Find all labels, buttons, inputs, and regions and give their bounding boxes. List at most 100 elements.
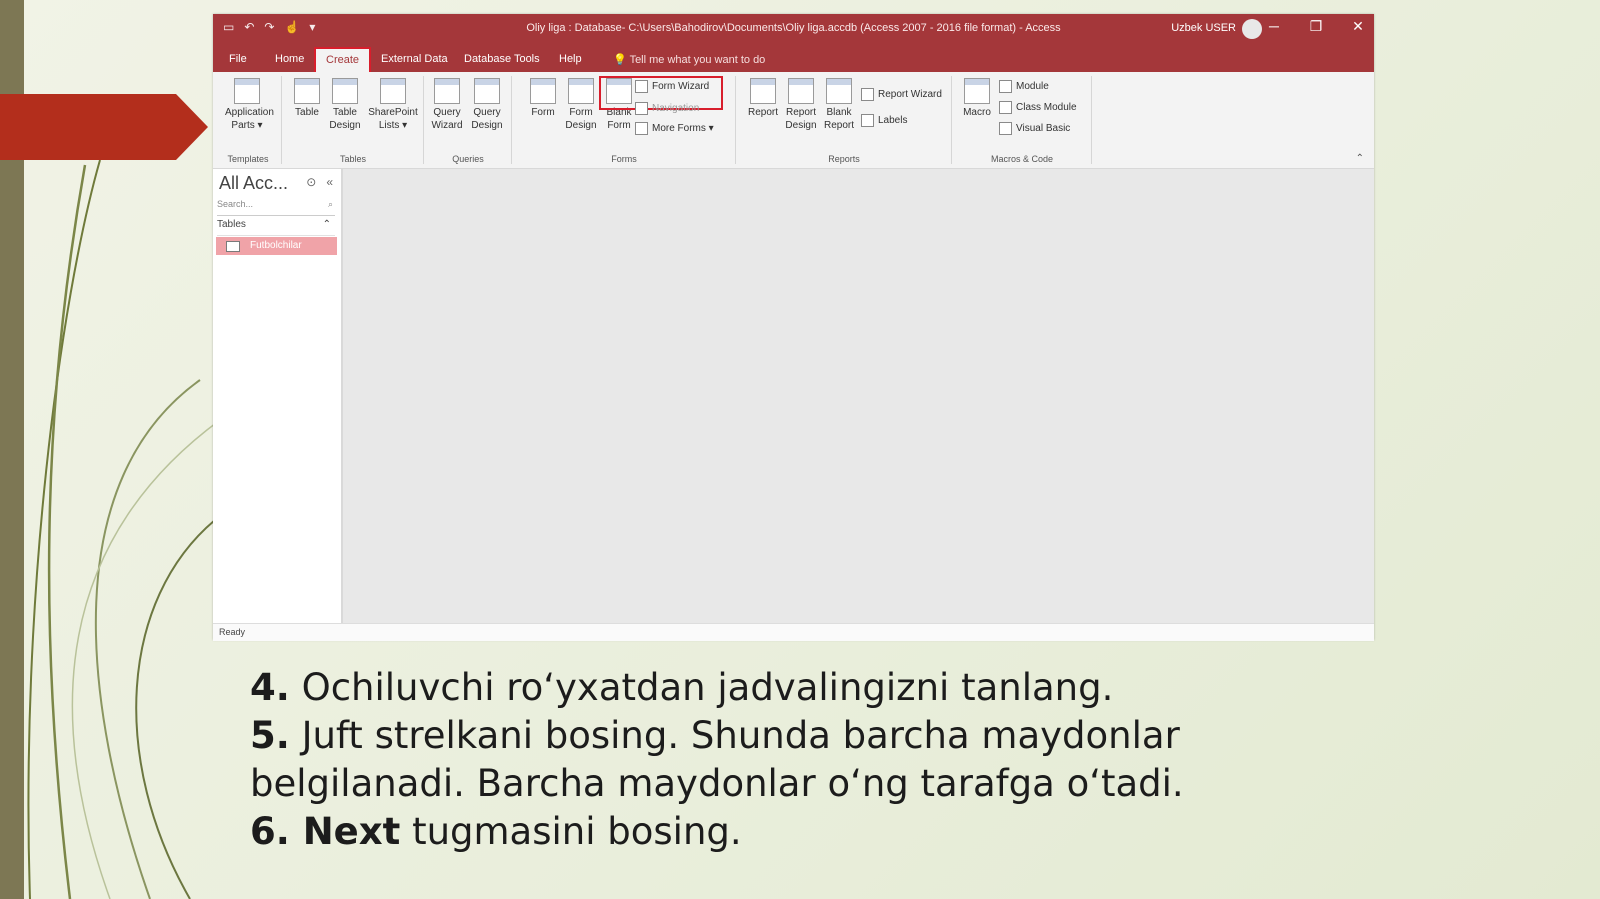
button-label: Class Module: [1016, 102, 1077, 113]
button-label: Module: [1016, 81, 1049, 92]
tab-database-tools[interactable]: Database Tools: [458, 50, 546, 68]
search-placeholder: Search...: [217, 199, 254, 209]
class-module-icon: [999, 101, 1012, 114]
close-button[interactable]: ✕: [1350, 18, 1366, 35]
tab-file[interactable]: File: [223, 50, 253, 68]
visual-basic-button[interactable]: Visual Basic: [999, 122, 1070, 135]
group-forms: Form Form Design Blank Form Form Wizard …: [513, 76, 736, 164]
instruction-step-5: 5. Juft strelkani bosing. Shunda barcha …: [250, 712, 1350, 808]
form-wizard-button[interactable]: Form Wizard: [635, 80, 709, 93]
query-design-button[interactable]: Query Design: [465, 78, 509, 132]
button-label: Report Design: [785, 107, 817, 131]
user-name[interactable]: Uzbek USER: [1171, 22, 1236, 34]
nav-pane-title[interactable]: All Acc...: [219, 173, 288, 194]
table-design-icon: [332, 78, 358, 104]
form-design-icon: [568, 78, 594, 104]
step-number: 6.: [250, 810, 290, 853]
navigation-button[interactable]: Navigation: [635, 102, 699, 115]
nav-section-tables[interactable]: Tables ⌃: [217, 219, 335, 236]
group-label: Reports: [828, 154, 860, 164]
sharepoint-lists-icon: [380, 78, 406, 104]
button-label: Blank Form: [606, 107, 632, 131]
red-arrow-shape: [0, 94, 208, 160]
tab-home[interactable]: Home: [269, 50, 310, 68]
macro-icon: [964, 78, 990, 104]
button-label: More Forms ▾: [652, 123, 714, 134]
button-label: SharePoint Lists ▾: [368, 107, 418, 131]
step-number: 5.: [250, 714, 290, 757]
minimize-button[interactable]: ─: [1266, 18, 1282, 35]
tell-me-text: Tell me what you want to do: [629, 54, 766, 66]
step-text: tugmasini bosing.: [400, 810, 742, 853]
title-bar: ▭ ↶ ↷ ☝ ▾ Oliy liga : Database- C:\Users…: [213, 14, 1374, 45]
table-design-button[interactable]: Table Design: [323, 78, 367, 132]
navigation-icon: [635, 102, 648, 115]
button-label: Form Wizard: [652, 81, 710, 92]
button-label: Navigation: [652, 103, 700, 114]
instruction-step-6: 6. Next tugmasini bosing.: [250, 808, 1350, 856]
status-text: Ready: [219, 627, 246, 637]
labels-button[interactable]: Labels: [861, 114, 907, 127]
section-label: Tables: [217, 219, 246, 230]
group-label: Queries: [452, 154, 484, 164]
query-wizard-button[interactable]: Query Wizard: [425, 78, 469, 132]
group-macros-code: Macro Module Class Module Visual Basic M…: [953, 76, 1092, 164]
tab-help[interactable]: Help: [553, 50, 588, 68]
button-label: Visual Basic: [1016, 123, 1071, 134]
button-label: Labels: [878, 115, 908, 126]
instructions-text: 4. Ochiluvchi ro‘yxatdan jadvalingizni t…: [250, 664, 1350, 856]
button-label: Blank Report: [823, 107, 854, 131]
avatar[interactable]: [1242, 19, 1262, 39]
application-parts-button[interactable]: Application Parts ▾: [225, 78, 274, 132]
blank-report-icon: [826, 78, 852, 104]
nav-item-table[interactable]: Futbolchilar: [216, 237, 337, 255]
button-label: Table: [295, 107, 319, 118]
search-icon[interactable]: ⌕: [328, 199, 333, 210]
query-design-icon: [474, 78, 500, 104]
group-label: Macros & Code: [990, 154, 1054, 164]
step-number: 4.: [250, 666, 290, 709]
work-area: [343, 169, 1374, 623]
button-label: Query Wizard: [431, 107, 463, 131]
shutter-bar-icon[interactable]: «: [326, 175, 333, 189]
report-wizard-button[interactable]: Report Wizard: [861, 88, 942, 101]
ribbon: Application Parts ▾ Templates Table Tabl…: [213, 72, 1374, 169]
group-templates: Application Parts ▾ Templates: [215, 76, 282, 164]
tab-create[interactable]: Create: [314, 47, 372, 72]
ribbon-tabs: File Home Create External Data Database …: [213, 45, 1374, 72]
more-forms-button[interactable]: More Forms ▾: [635, 122, 714, 135]
group-reports: Report Report Design Blank Report Report…: [737, 76, 952, 164]
nav-menu-icon[interactable]: ⊙: [306, 175, 316, 189]
class-module-button[interactable]: Class Module: [999, 101, 1077, 114]
button-label: Table Design: [329, 107, 361, 131]
button-label: Macro: [963, 107, 991, 118]
nav-search-input[interactable]: Search... ⌕: [217, 199, 335, 216]
tell-me-box[interactable]: 💡 Tell me what you want to do: [613, 53, 765, 66]
tab-external-data[interactable]: External Data: [375, 50, 454, 68]
report-icon: [750, 78, 776, 104]
visual-basic-icon: [999, 122, 1012, 135]
button-label: Query Design: [471, 107, 503, 131]
table-icon: [226, 241, 240, 252]
macro-button[interactable]: Macro: [955, 78, 999, 119]
button-label: Report: [747, 107, 778, 118]
step-text: Juft strelkani bosing. Shunda barcha may…: [250, 714, 1184, 805]
button-label: Report Wizard: [878, 89, 942, 100]
step-text: Ochiluvchi ro‘yxatdan jadvalingizni tanl…: [289, 666, 1114, 709]
module-button[interactable]: Module: [999, 80, 1049, 93]
report-wizard-icon: [861, 88, 874, 101]
form-wizard-icon: [635, 80, 648, 93]
table-name: Futbolchilar: [250, 240, 302, 251]
collapse-ribbon-icon[interactable]: ⌃: [1356, 153, 1364, 164]
group-queries: Query Wizard Query Design Queries: [425, 76, 512, 164]
labels-icon: [861, 114, 874, 127]
lightbulb-icon: 💡: [613, 54, 630, 66]
navigation-pane: All Acc... ⊙ « Search... ⌕ Tables ⌃ Futb…: [213, 169, 343, 623]
blank-report-button[interactable]: Blank Report: [817, 78, 861, 132]
group-tables: Table Table Design SharePoint Lists ▾ Ta…: [283, 76, 424, 164]
sharepoint-lists-button[interactable]: SharePoint Lists ▾: [367, 78, 419, 132]
step-bold: Next: [289, 810, 401, 853]
module-icon: [999, 80, 1012, 93]
restore-button[interactable]: ❐: [1308, 18, 1324, 35]
status-bar: Ready: [213, 623, 1374, 641]
